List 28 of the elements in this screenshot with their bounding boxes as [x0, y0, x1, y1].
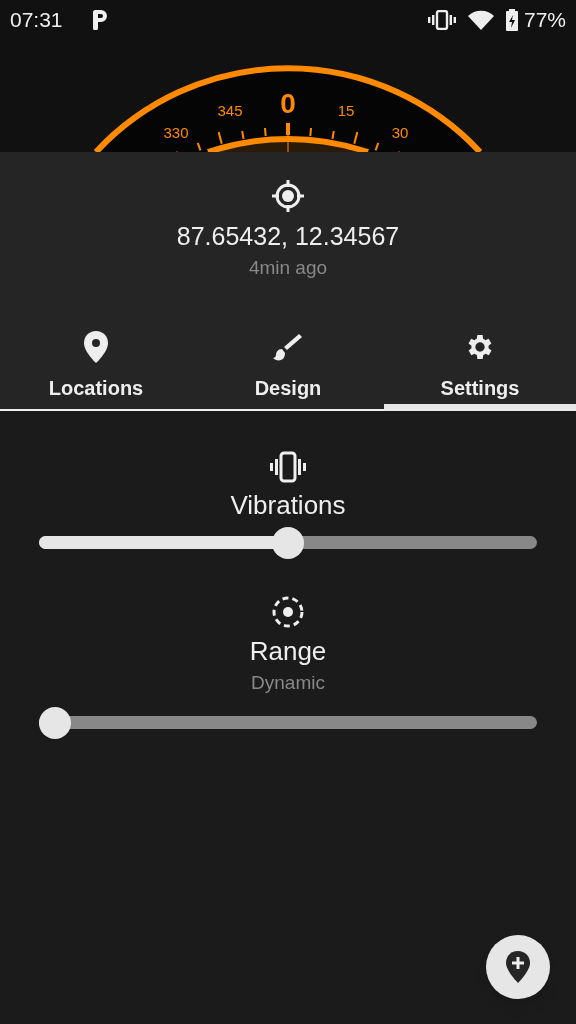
vibrate-icon — [427, 10, 456, 30]
tab[interactable]: Settings — [384, 326, 576, 411]
setting-title: Vibrations — [230, 488, 346, 521]
wifi-icon — [467, 10, 494, 30]
slider[interactable] — [39, 707, 537, 739]
slider[interactable] — [39, 526, 537, 559]
add-location-icon — [506, 951, 530, 983]
location-pin-icon — [83, 330, 109, 363]
dashed-target-icon — [271, 594, 305, 629]
battery-percentage: 77% — [523, 7, 566, 34]
compass-label: 330 — [163, 124, 189, 141]
gps-target-icon — [270, 178, 306, 214]
compass-label: 0 — [280, 88, 296, 119]
battery-charging-icon — [505, 9, 518, 31]
compass-label: 15 — [337, 102, 355, 119]
compass-label: 30 — [391, 124, 409, 141]
setting-subtitle: Dynamic — [251, 670, 325, 695]
parking-icon — [90, 10, 109, 30]
coordinates-text: 87.65432, 12.34567 — [176, 221, 400, 252]
time-ago-text: 4min ago — [248, 256, 328, 280]
slider-thumb[interactable] — [272, 526, 304, 559]
status-time: 07:31 — [10, 7, 63, 34]
tab[interactable]: Design — [192, 326, 384, 411]
tab[interactable]: Locations — [0, 326, 192, 411]
vibrate-icon — [268, 450, 308, 483]
compass-label: 345 — [217, 102, 243, 119]
setting-title: Range — [249, 634, 327, 667]
slider-thumb[interactable] — [39, 707, 71, 739]
